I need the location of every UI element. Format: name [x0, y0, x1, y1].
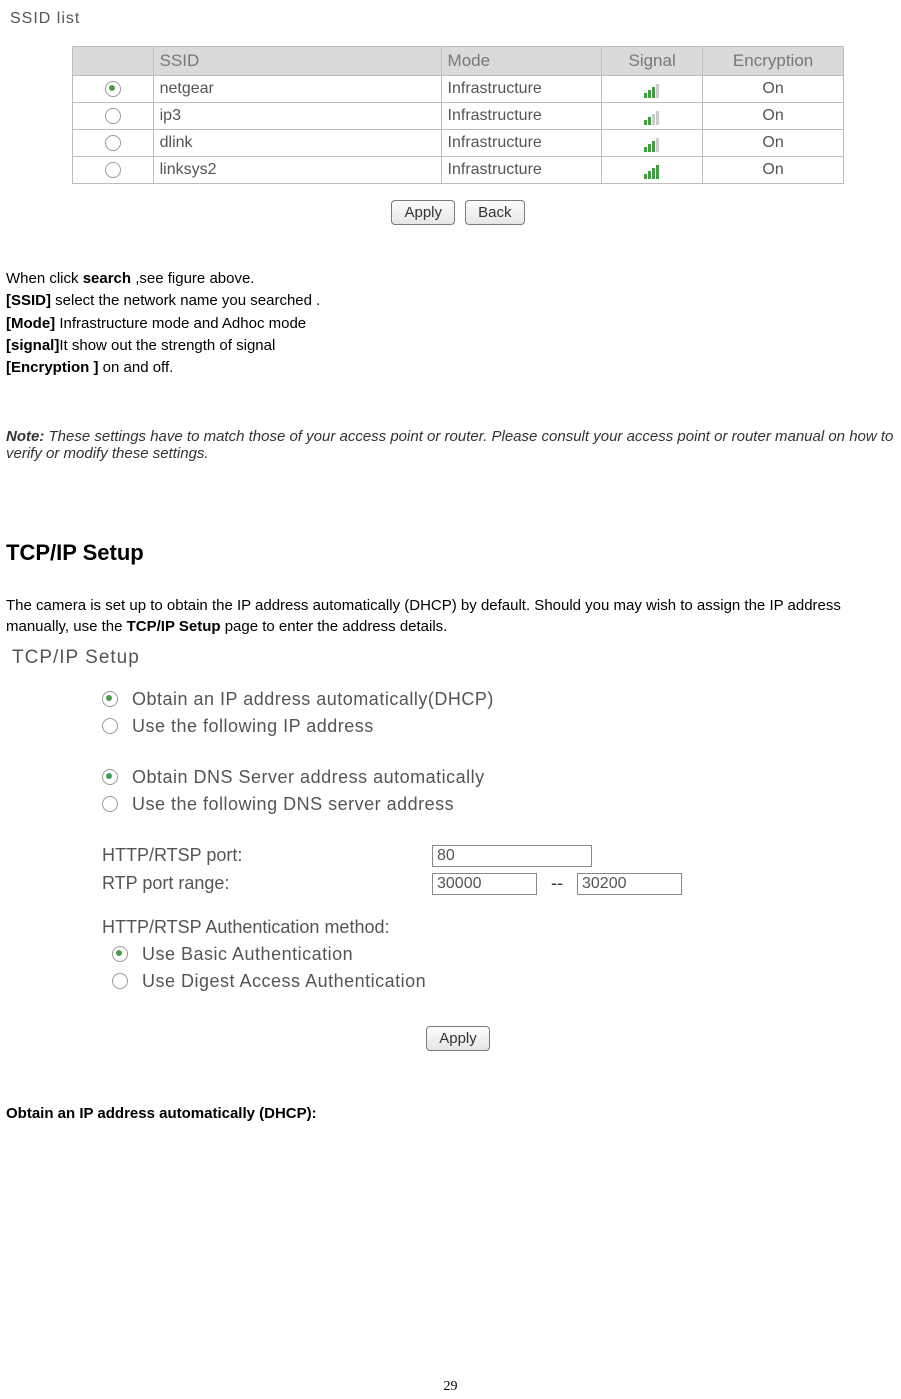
- text: It show out the strength of signal: [59, 337, 275, 354]
- text-bold: search: [83, 270, 131, 287]
- ssid-cell: netgear: [153, 76, 441, 103]
- text-bold: [Encryption ]: [6, 359, 99, 376]
- auth-method-label: HTTP/RTSP Authentication method:: [102, 917, 895, 938]
- encryption-cell: On: [703, 157, 844, 184]
- tcpip-panel-title: TCP/IP Setup: [12, 647, 895, 669]
- text: on and off.: [99, 359, 174, 376]
- text: select the network name you searched .: [51, 292, 320, 309]
- table-row: ip3Infrastructure On: [73, 103, 844, 130]
- note-body: These settings have to match those of yo…: [6, 428, 893, 462]
- tcpip-intro: The camera is set up to obtain the IP ad…: [6, 596, 895, 637]
- note-label: Note:: [6, 428, 44, 445]
- label: Obtain DNS Server address automatically: [132, 767, 485, 788]
- rtp-range-label: RTP port range:: [102, 873, 432, 894]
- ssid-description: When click search ,see figure above. [SS…: [6, 269, 895, 378]
- radio-icon: [102, 769, 118, 785]
- radio-icon: [102, 718, 118, 734]
- ssid-cell: dlink: [153, 130, 441, 157]
- http-port-label: HTTP/RTSP port:: [102, 845, 432, 866]
- rtp-from-input[interactable]: [432, 873, 537, 895]
- radio-ip-manual[interactable]: Use the following IP address: [102, 716, 895, 737]
- text: When click: [6, 270, 83, 287]
- radio-ip-auto[interactable]: Obtain an IP address automatically(DHCP): [102, 689, 895, 710]
- apply-button-tcp[interactable]: Apply: [426, 1026, 490, 1051]
- page-number: 29: [0, 1379, 901, 1395]
- label: Use Basic Authentication: [142, 944, 353, 965]
- ssid-table: SSID Mode Signal Encryption netgearInfra…: [72, 46, 844, 184]
- radio-auth-digest[interactable]: Use Digest Access Authentication: [112, 971, 895, 992]
- label: Use the following DNS server address: [132, 794, 454, 815]
- ssid-th-ssid: SSID: [153, 47, 441, 76]
- back-button[interactable]: Back: [465, 200, 524, 225]
- mode-cell: Infrastructure: [441, 103, 602, 130]
- table-row: dlinkInfrastructure On: [73, 130, 844, 157]
- apply-button[interactable]: Apply: [391, 200, 455, 225]
- ssid-radio[interactable]: [105, 81, 121, 97]
- radio-icon: [112, 946, 128, 962]
- ssid-list-title: SSID list: [10, 10, 895, 28]
- text-bold: [SSID]: [6, 292, 51, 309]
- radio-dns-manual[interactable]: Use the following DNS server address: [102, 794, 895, 815]
- mode-cell: Infrastructure: [441, 130, 602, 157]
- label: Use the following IP address: [132, 716, 374, 737]
- http-port-input[interactable]: [432, 845, 592, 867]
- signal-bars-icon: [644, 107, 660, 125]
- radio-icon: [102, 796, 118, 812]
- ssid-th-select: [73, 47, 154, 76]
- table-row: linksys2Infrastructure On: [73, 157, 844, 184]
- label: Use Digest Access Authentication: [142, 971, 426, 992]
- ssid-cell: ip3: [153, 103, 441, 130]
- radio-icon: [112, 973, 128, 989]
- text-bold: [Mode]: [6, 315, 55, 332]
- ssid-th-encryption: Encryption: [703, 47, 844, 76]
- rtp-dash: --: [551, 873, 563, 894]
- signal-cell: [602, 130, 703, 157]
- encryption-cell: On: [703, 103, 844, 130]
- encryption-cell: On: [703, 130, 844, 157]
- radio-icon: [102, 691, 118, 707]
- rtp-to-input[interactable]: [577, 873, 682, 895]
- tcpip-heading: TCP/IP Setup: [6, 540, 895, 566]
- text: Infrastructure mode and Adhoc mode: [55, 315, 306, 332]
- text-bold: [signal]: [6, 337, 59, 354]
- radio-auth-basic[interactable]: Use Basic Authentication: [112, 944, 895, 965]
- table-row: netgearInfrastructure On: [73, 76, 844, 103]
- ssid-cell: linksys2: [153, 157, 441, 184]
- ssid-radio[interactable]: [105, 135, 121, 151]
- ssid-th-mode: Mode: [441, 47, 602, 76]
- obtain-ip-heading: Obtain an IP address automatically (DHCP…: [6, 1105, 895, 1122]
- signal-bars-icon: [644, 134, 660, 152]
- signal-bars-icon: [644, 161, 660, 179]
- text: ,see figure above.: [131, 270, 254, 287]
- label: Obtain an IP address automatically(DHCP): [132, 689, 494, 710]
- ssid-radio[interactable]: [105, 162, 121, 178]
- text-bold: TCP/IP Setup: [127, 618, 221, 635]
- note-block: Note: These settings have to match those…: [6, 428, 895, 462]
- signal-cell: [602, 103, 703, 130]
- ssid-radio[interactable]: [105, 108, 121, 124]
- signal-bars-icon: [644, 80, 660, 98]
- text: page to enter the address details.: [221, 618, 448, 635]
- mode-cell: Infrastructure: [441, 76, 602, 103]
- ssid-th-signal: Signal: [602, 47, 703, 76]
- mode-cell: Infrastructure: [441, 157, 602, 184]
- signal-cell: [602, 76, 703, 103]
- tcpip-panel: TCP/IP Setup Obtain an IP address automa…: [12, 647, 895, 992]
- encryption-cell: On: [703, 76, 844, 103]
- radio-dns-auto[interactable]: Obtain DNS Server address automatically: [102, 767, 895, 788]
- signal-cell: [602, 157, 703, 184]
